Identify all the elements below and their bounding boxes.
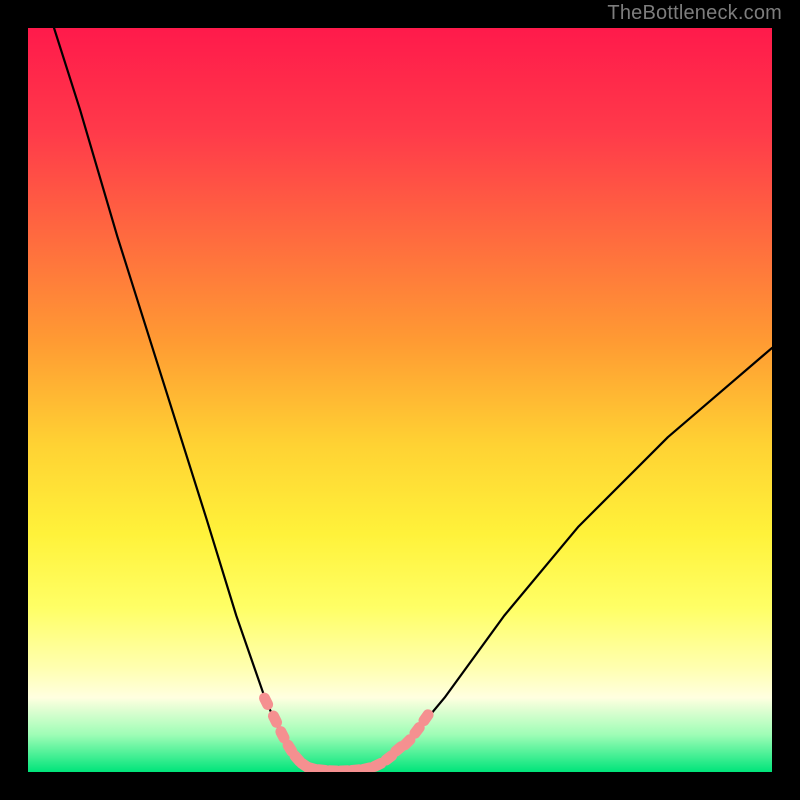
chart-frame: TheBottleneck.com [0, 0, 800, 800]
watermark-text: TheBottleneck.com [607, 2, 782, 25]
curve-marker [257, 691, 275, 712]
bottleneck-curve [54, 28, 772, 771]
marker-group [257, 691, 436, 772]
curve-svg [28, 28, 772, 772]
curve-path-group [54, 28, 772, 771]
plot-area [28, 28, 772, 772]
